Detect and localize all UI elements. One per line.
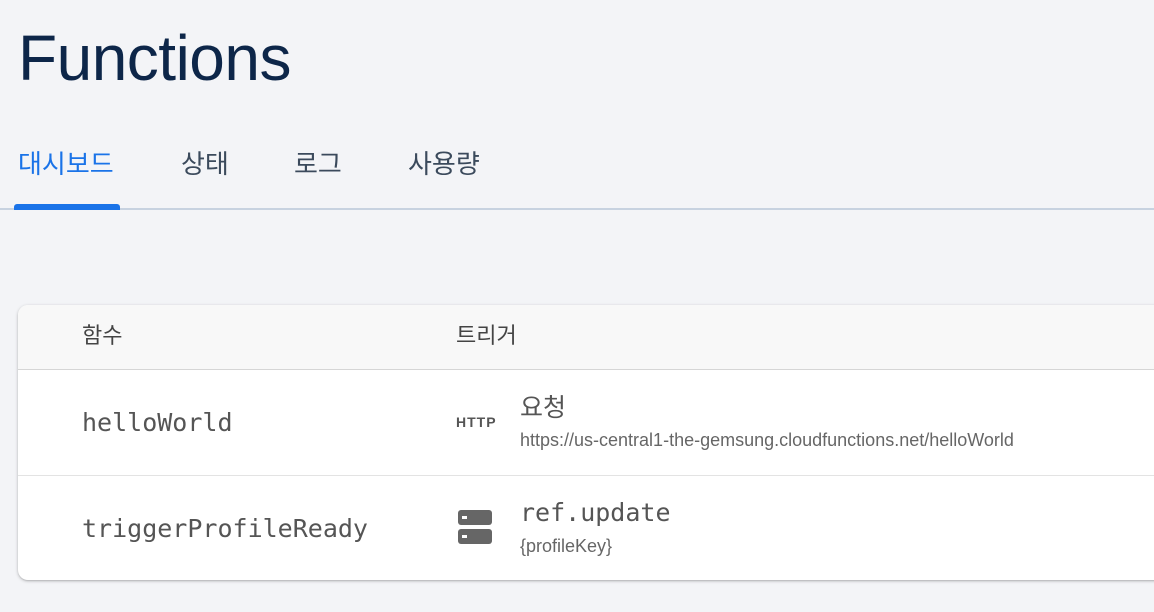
tab-dashboard[interactable]: 대시보드 (18, 148, 114, 180)
table-header: 함수 트리거 (18, 305, 1154, 370)
column-header-trigger: 트리거 (456, 323, 517, 348)
trigger-url: https://us-central1-the-gemsung.cloudfun… (520, 430, 1014, 450)
page-title: Functions (18, 22, 291, 94)
tab-status[interactable]: 상태 (181, 148, 229, 180)
column-header-function: 함수 (82, 323, 123, 348)
database-icon (456, 508, 494, 551)
tab-usage[interactable]: 사용량 (408, 148, 480, 180)
table-row[interactable]: helloWorld HTTP 요청 https://us-central1-t… (18, 370, 1154, 476)
http-icon: HTTP (456, 414, 497, 430)
function-name: helloWorld (82, 408, 233, 437)
active-tab-indicator (14, 204, 120, 210)
trigger-title: ref.update (520, 498, 671, 527)
table-row[interactable]: triggerProfileReady ref.update {profileK… (18, 476, 1154, 580)
trigger-path: {profileKey} (520, 536, 613, 556)
functions-table: 함수 트리거 helloWorld HTTP 요청 https://us-cen… (18, 305, 1154, 580)
trigger-title: 요청 (520, 394, 567, 422)
tab-bar: 대시보드 상태 로그 사용량 (0, 130, 1154, 210)
function-name: triggerProfileReady (82, 514, 368, 543)
tab-logs[interactable]: 로그 (294, 148, 342, 180)
